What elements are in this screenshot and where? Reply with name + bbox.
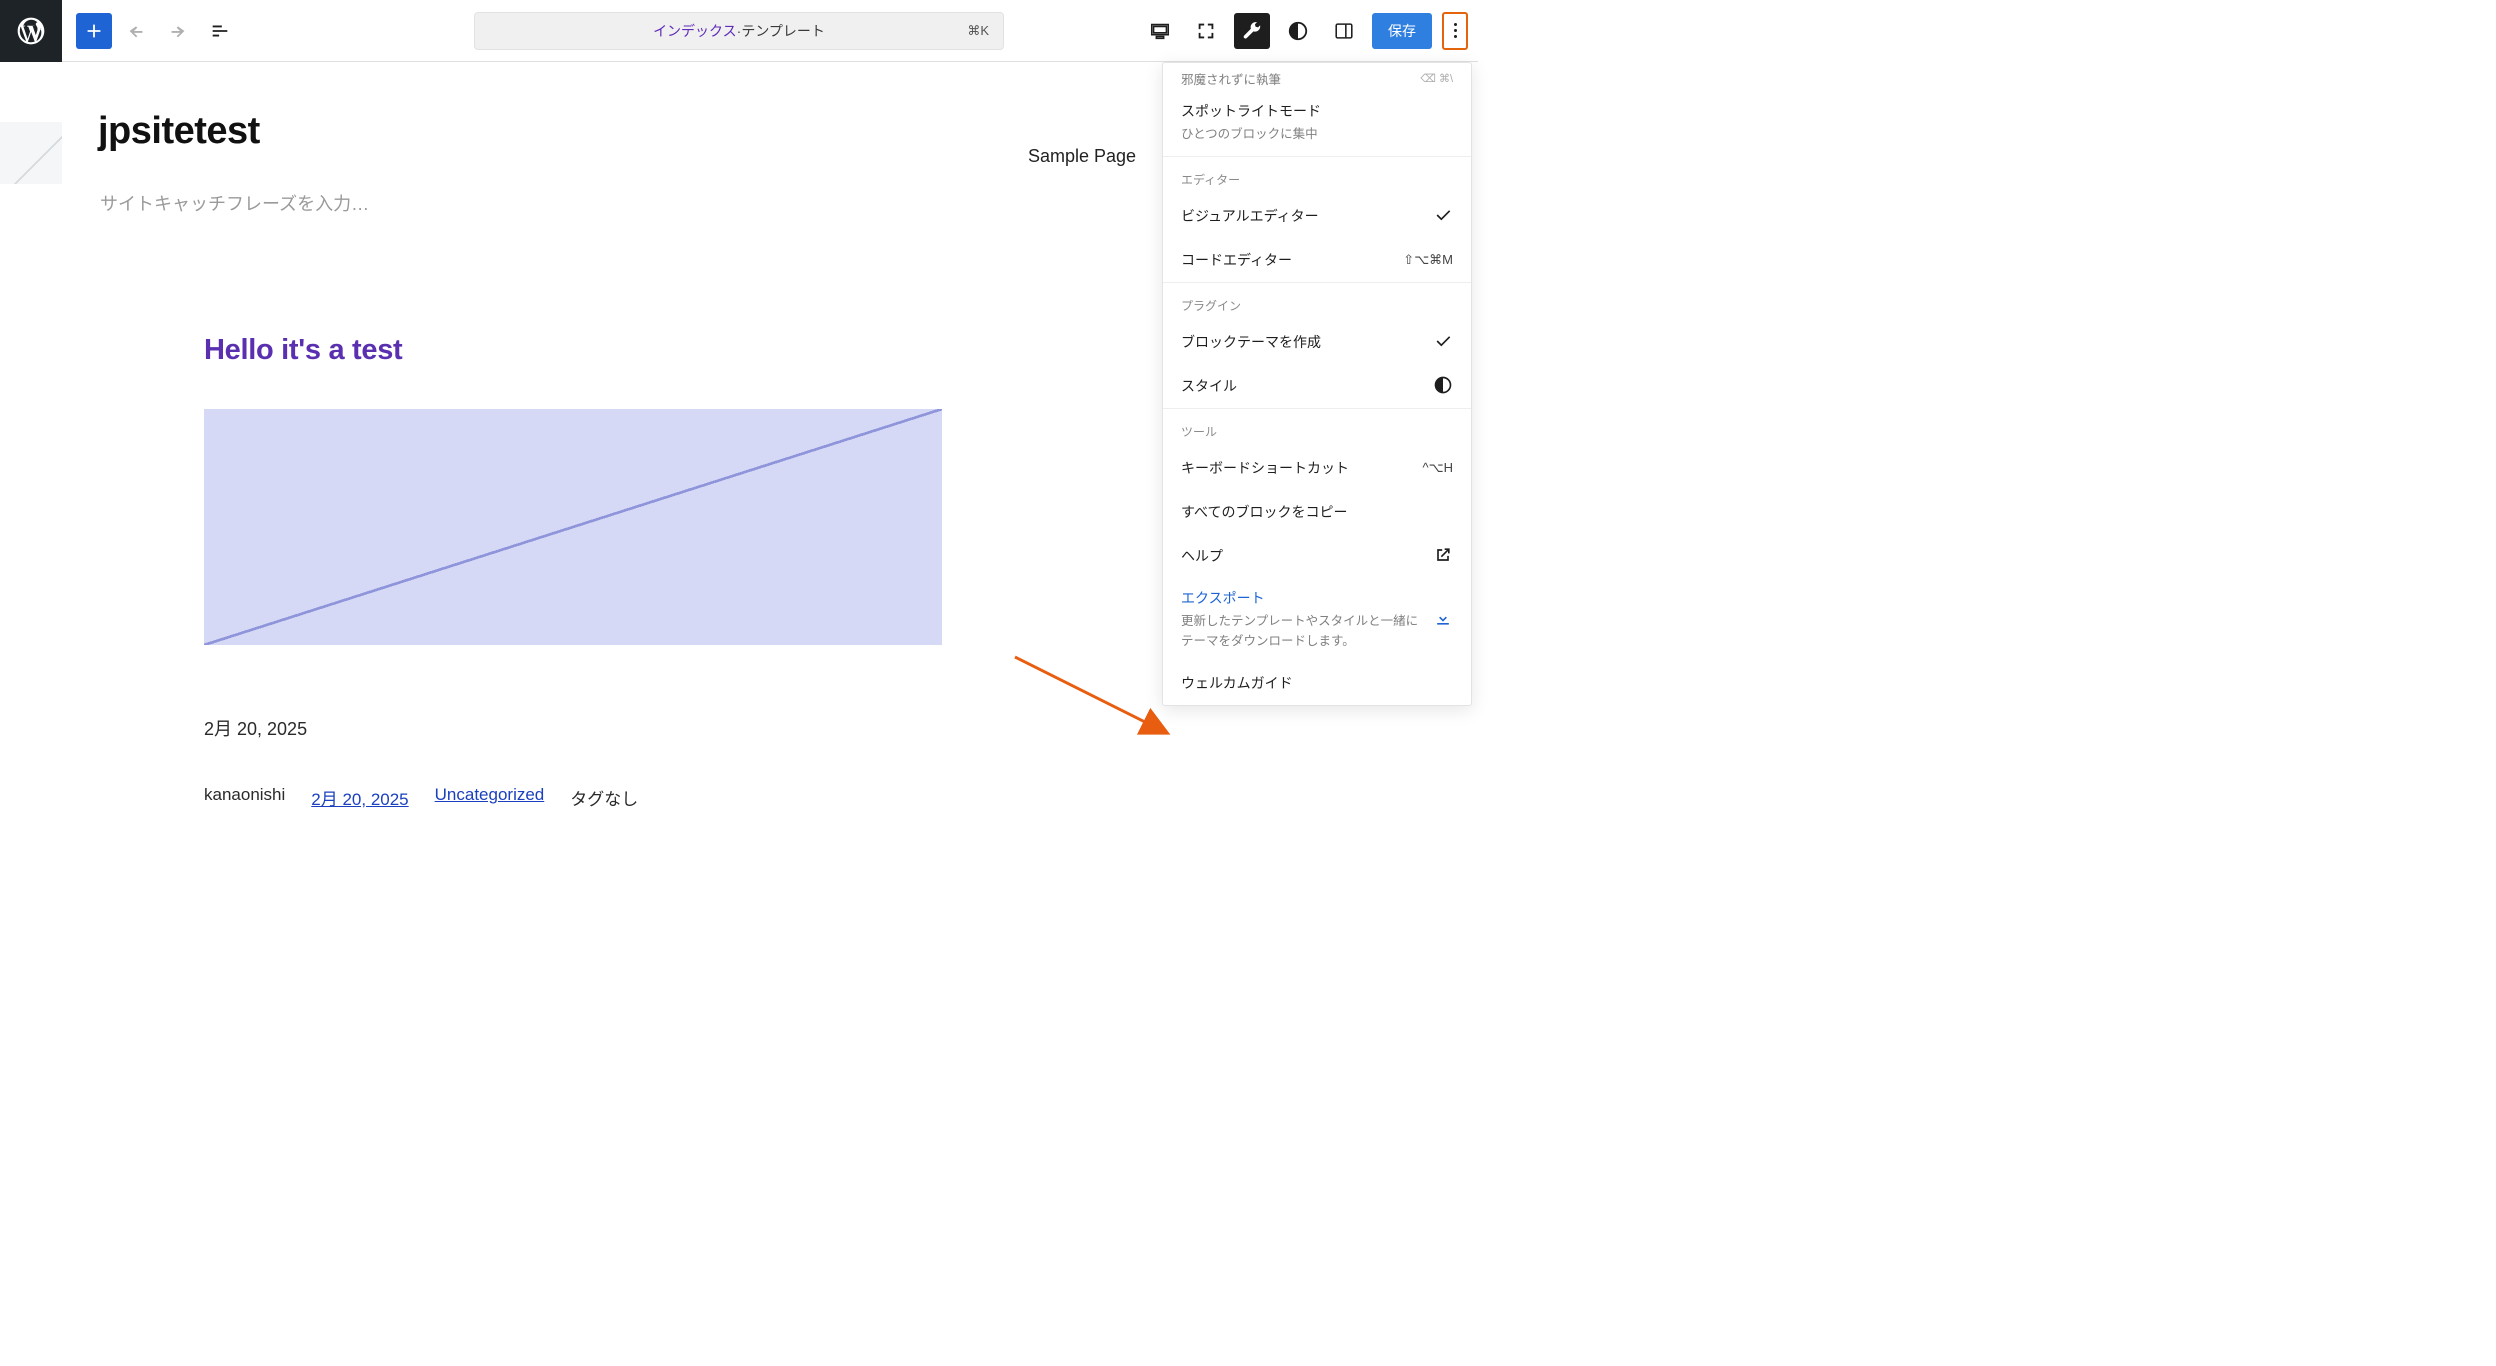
- menu-copy-all-blocks-label: すべてのブロックをコピー: [1181, 502, 1347, 522]
- menu-create-block-theme[interactable]: ブロックテーマを作成: [1163, 320, 1471, 364]
- menu-distraction-free[interactable]: 邪魔されずに執筆 ⌫ ⌘\: [1163, 63, 1471, 92]
- menu-style[interactable]: スタイル: [1163, 364, 1471, 408]
- group-editor-label: エディター: [1163, 157, 1471, 194]
- menu-help[interactable]: ヘルプ: [1163, 534, 1471, 578]
- save-button[interactable]: 保存: [1372, 13, 1432, 49]
- menu-keyboard-shortcuts-label: キーボードショートカット: [1181, 458, 1349, 478]
- menu-welcome-guide[interactable]: ウェルカムガイド: [1163, 661, 1471, 705]
- group-plugin-label: プラグイン: [1163, 283, 1471, 320]
- styles-icon[interactable]: [1280, 13, 1316, 49]
- top-toolbar: インデックス · テンプレート ⌘K 保存: [0, 0, 1478, 62]
- post-tags-none[interactable]: タグなし: [570, 785, 638, 810]
- menu-distraction-free-shortcut: ⌫ ⌘\: [1420, 72, 1453, 85]
- undo-button[interactable]: [118, 13, 154, 49]
- contrast-icon: [1433, 375, 1453, 398]
- command-bar[interactable]: インデックス · テンプレート ⌘K: [474, 12, 1004, 50]
- zoom-out-icon[interactable]: [1188, 13, 1224, 49]
- menu-style-label: スタイル: [1181, 376, 1237, 396]
- menu-copy-all-blocks[interactable]: すべてのブロックをコピー: [1163, 490, 1471, 534]
- menu-export-desc: 更新したテンプレートやスタイルと一緒にテーマをダウンロードします。: [1181, 612, 1423, 651]
- post-title[interactable]: Hello it's a test: [204, 334, 944, 367]
- nav-sample-page[interactable]: Sample Page: [1028, 146, 1136, 167]
- site-logo-placeholder[interactable]: [0, 122, 62, 184]
- options-dropdown: 邪魔されずに執筆 ⌫ ⌘\ スポットライトモード ひとつのブロックに集中 エディ…: [1162, 62, 1472, 706]
- menu-distraction-free-label: 邪魔されずに執筆: [1181, 69, 1281, 88]
- post-meta: kanaonishi 2月 20, 2025 Uncategorized タグな…: [204, 785, 944, 810]
- menu-export-label: エクスポート: [1181, 588, 1423, 608]
- menu-visual-editor-label: ビジュアルエディター: [1181, 206, 1319, 226]
- menu-welcome-guide-label: ウェルカムガイド: [1181, 673, 1293, 693]
- post-category-link[interactable]: Uncategorized: [435, 785, 545, 810]
- menu-keyboard-shortcuts[interactable]: キーボードショートカット ^⌥H: [1163, 446, 1471, 490]
- menu-spotlight-mode[interactable]: スポットライトモード ひとつのブロックに集中: [1163, 92, 1471, 156]
- download-icon: [1433, 608, 1453, 631]
- menu-keyboard-shortcuts-shortcut: ^⌥H: [1423, 460, 1453, 476]
- command-bar-index: インデックス: [653, 21, 737, 41]
- command-bar-shortcut: ⌘K: [967, 23, 989, 39]
- menu-export[interactable]: エクスポート 更新したテンプレートやスタイルと一緒にテーマをダウンロードします。: [1163, 578, 1471, 661]
- redo-button[interactable]: [160, 13, 196, 49]
- menu-spotlight-label: スポットライトモード: [1181, 101, 1321, 121]
- featured-image-placeholder[interactable]: [204, 409, 942, 645]
- post-author[interactable]: kanaonishi: [204, 785, 285, 810]
- left-tool-group: [62, 13, 252, 49]
- menu-code-editor[interactable]: コードエディター ⇧⌥⌘M: [1163, 238, 1471, 282]
- options-more-button[interactable]: [1442, 12, 1468, 50]
- menu-code-editor-shortcut: ⇧⌥⌘M: [1403, 252, 1453, 268]
- group-tools-label: ツール: [1163, 409, 1471, 446]
- check-icon: [1433, 331, 1453, 354]
- document-overview-button[interactable]: [202, 13, 238, 49]
- external-link-icon: [1433, 545, 1453, 568]
- menu-code-editor-label: コードエディター: [1181, 250, 1292, 270]
- menu-create-block-theme-label: ブロックテーマを作成: [1181, 332, 1321, 352]
- annotation-arrow: [1010, 652, 1180, 752]
- menu-help-label: ヘルプ: [1181, 546, 1223, 566]
- post-block: Hello it's a test 2月 20, 2025 kanaonishi…: [204, 334, 944, 810]
- dots-vertical-icon: [1454, 23, 1457, 38]
- post-date-link[interactable]: 2月 20, 2025: [311, 785, 408, 810]
- menu-visual-editor[interactable]: ビジュアルエディター: [1163, 194, 1471, 238]
- right-tool-group: 保存: [1142, 12, 1478, 50]
- menu-spotlight-desc: ひとつのブロックに集中: [1181, 125, 1318, 144]
- settings-sidebar-icon[interactable]: [1326, 13, 1362, 49]
- tools-wrench-icon[interactable]: [1234, 13, 1270, 49]
- site-tagline-placeholder[interactable]: サイトキャッチフレーズを入力…: [100, 190, 369, 216]
- wp-logo-button[interactable]: [0, 0, 62, 62]
- site-title[interactable]: jpsitetest: [98, 110, 260, 153]
- command-bar-template: テンプレート: [741, 21, 825, 41]
- view-desktop-icon[interactable]: [1142, 13, 1178, 49]
- post-date[interactable]: 2月 20, 2025: [204, 715, 944, 741]
- check-icon: [1433, 205, 1453, 228]
- block-inserter-button[interactable]: [76, 13, 112, 49]
